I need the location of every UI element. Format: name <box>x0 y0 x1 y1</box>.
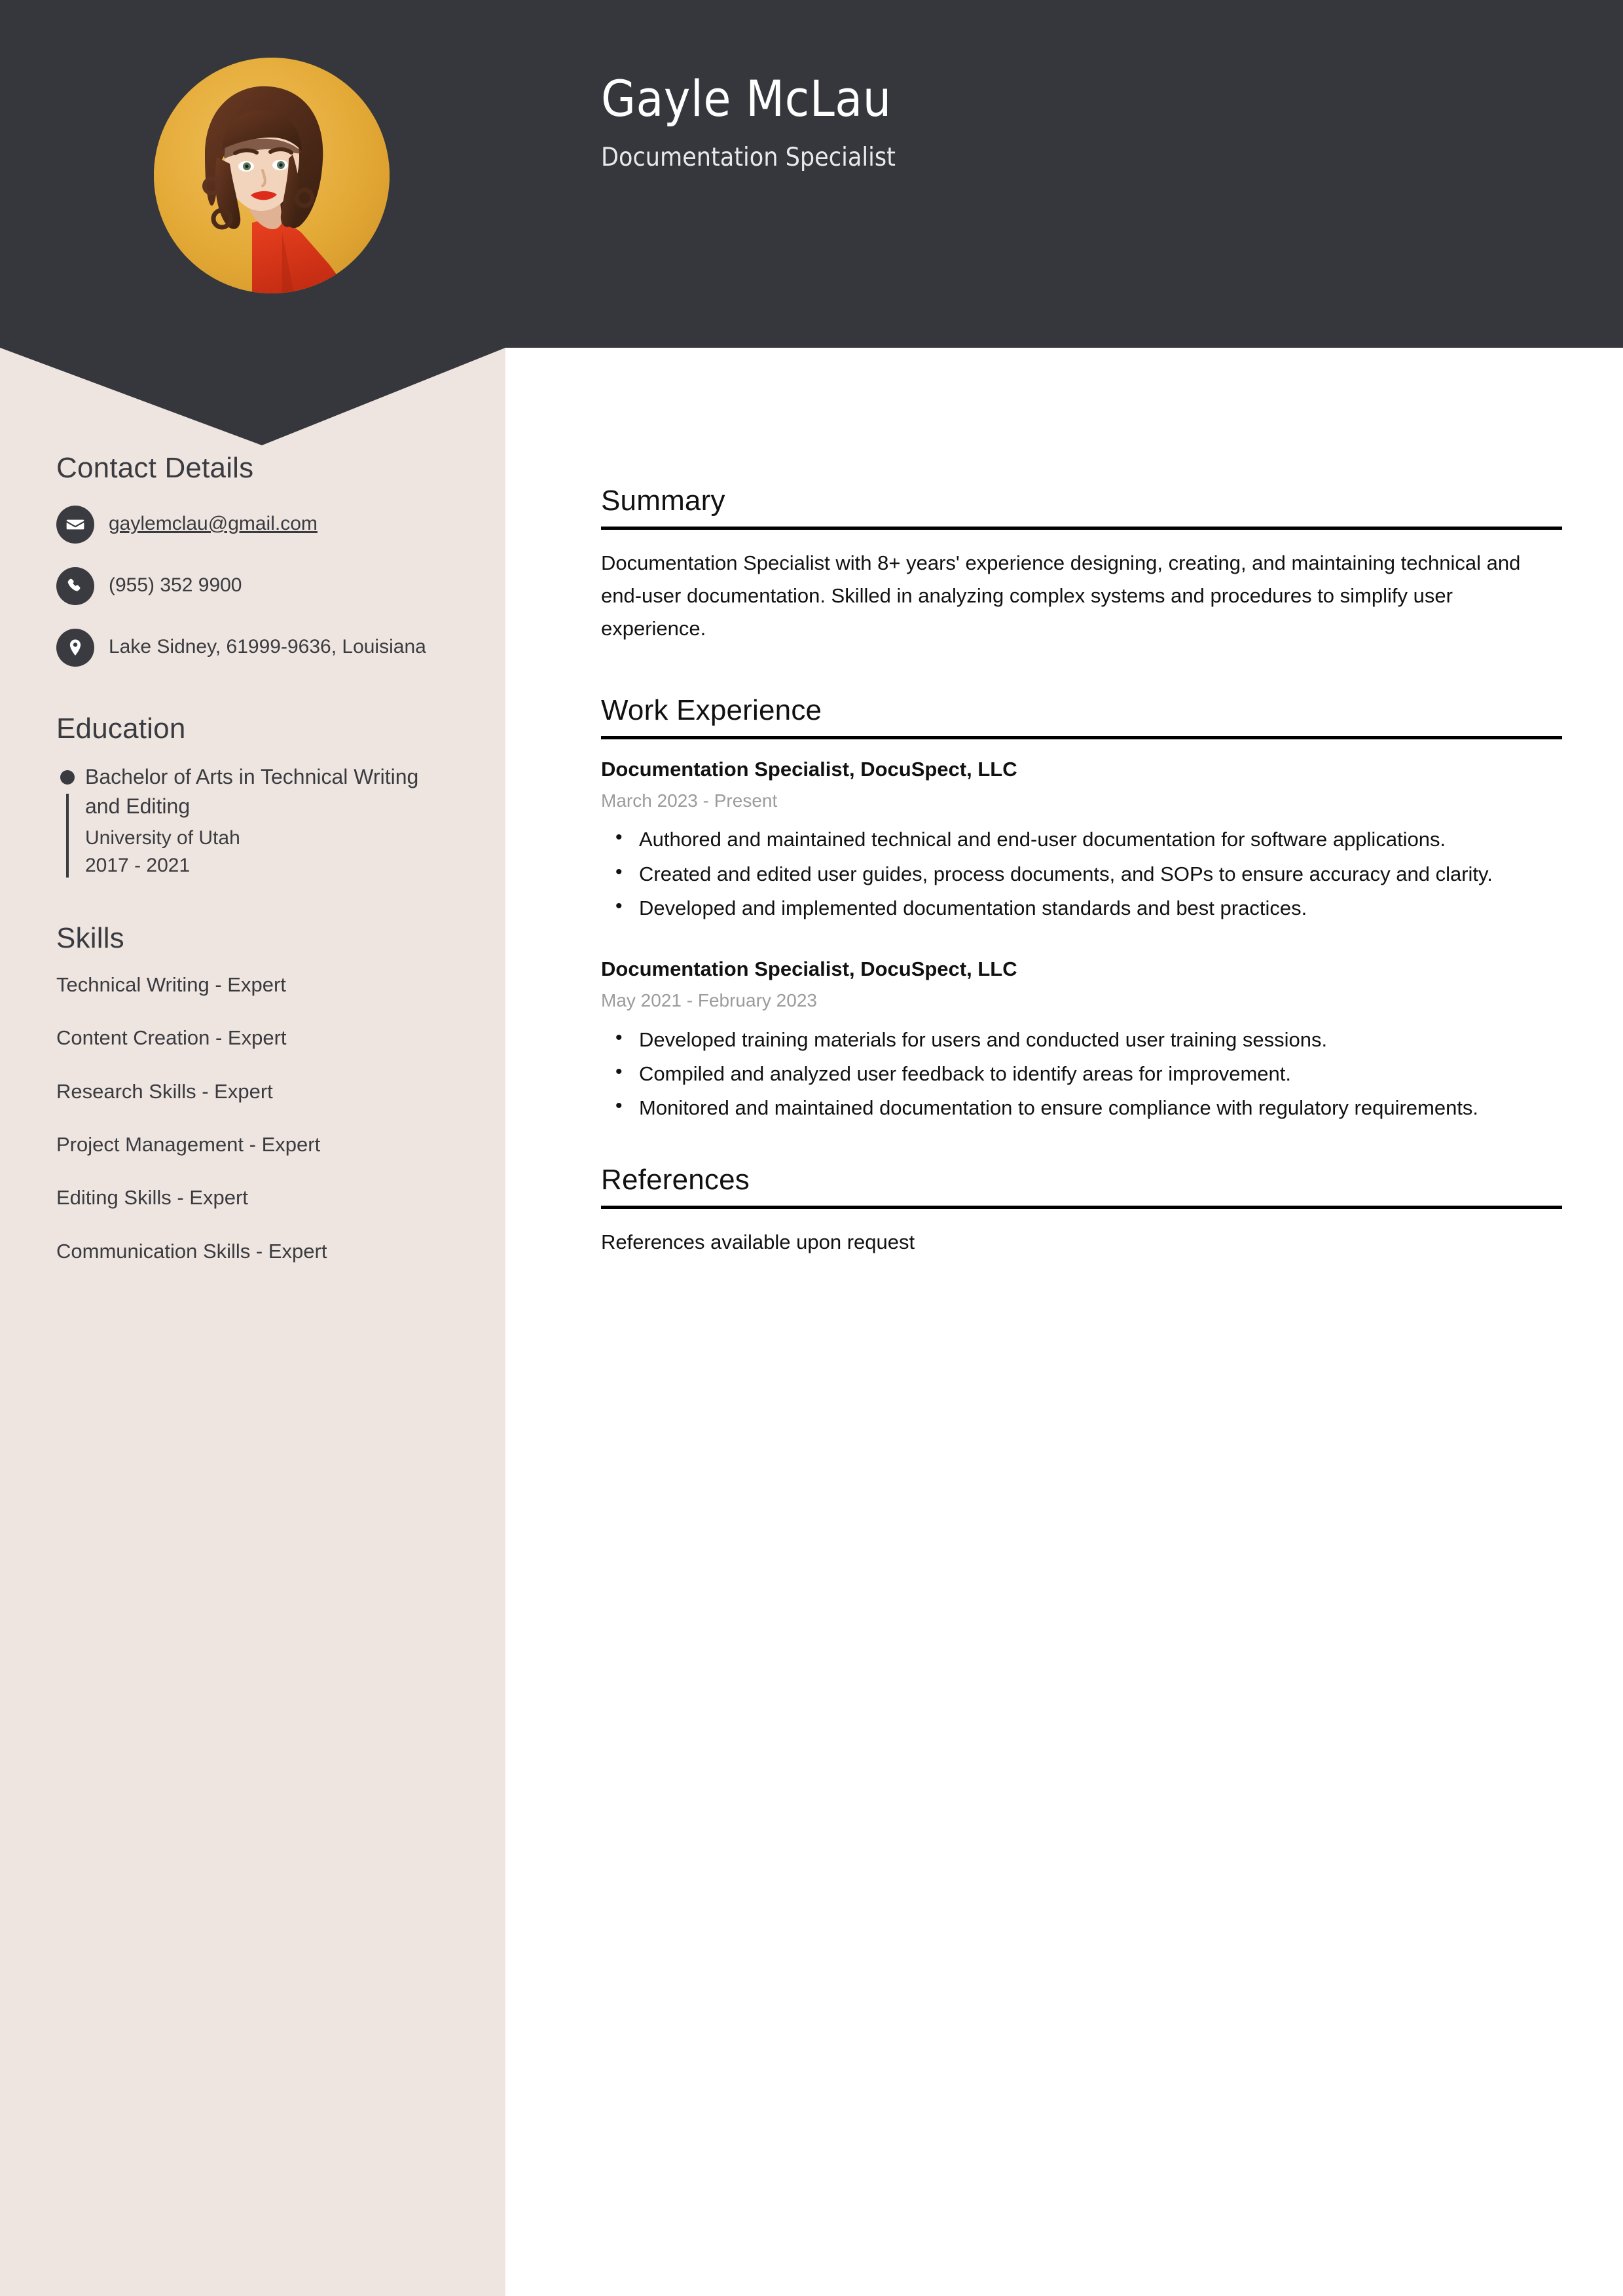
phone-icon <box>56 567 94 605</box>
skills-heading: Skills <box>56 922 124 955</box>
references-heading: References <box>601 1164 750 1196</box>
summary-section: Summary Documentation Specialist with 8+… <box>601 485 1562 646</box>
summary-text: Documentation Specialist with 8+ years' … <box>601 551 1521 640</box>
header-job-title: Documentation Specialist <box>601 143 896 173</box>
work-experience-entry: Documentation Specialist, DocuSpect, LLC… <box>601 956 1562 1124</box>
list-item: Project Management - Expert <box>56 1132 321 1156</box>
education-degree: Bachelor of Arts in Technical Writing an… <box>85 765 419 819</box>
list-item: Monitored and maintained documentation t… <box>601 1090 1562 1124</box>
bullet-dot-icon <box>60 770 75 785</box>
summary-heading: Summary <box>601 485 725 517</box>
sidebar: Contact Details gaylemclau@gmail.com (95… <box>0 452 505 1265</box>
job-dates: May 2021 - February 2023 <box>601 990 817 1011</box>
work-experience-section: Work Experience Documentation Specialist… <box>601 694 1562 1125</box>
education-years: 2017 - 2021 <box>85 855 191 877</box>
list-item: Research Skills - Expert <box>56 1079 273 1103</box>
skills-list: Technical Writing - Expert Content Creat… <box>56 972 454 1265</box>
contact-item-email[interactable]: gaylemclau@gmail.com <box>56 504 454 544</box>
list-item: Editing Skills - Expert <box>56 1186 248 1210</box>
education-entry: Bachelor of Arts in Technical Writing an… <box>56 762 454 880</box>
list-item: Developed and implemented documentation … <box>601 891 1562 925</box>
section-divider <box>601 735 1562 739</box>
resume-header: Gayle McLau Documentation Specialist <box>0 0 1623 445</box>
header-text-block: Gayle McLau Documentation Specialist <box>601 69 896 173</box>
contact-address-value[interactable]: Lake Sidney, 61999-9636, Louisiana <box>109 627 426 661</box>
location-pin-icon <box>56 629 94 667</box>
timeline-line <box>66 794 69 878</box>
page-title: Gayle McLau <box>601 69 892 128</box>
contact-details-heading: Contact Details <box>56 452 254 484</box>
education-section: Education Bachelor of Arts in Technical … <box>56 713 454 880</box>
main-content: Summary Documentation Specialist with 8+… <box>601 485 1562 1259</box>
work-experience-heading: Work Experience <box>601 694 822 726</box>
avatar-photo-illustration <box>154 58 390 293</box>
section-divider <box>601 1206 1562 1210</box>
contact-item-phone[interactable]: (955) 352 9900 <box>56 566 454 605</box>
job-title: Documentation Specialist, DocuSpect, LLC <box>601 757 1017 781</box>
education-school: University of Utah <box>85 826 240 849</box>
education-timeline-marker <box>56 762 85 880</box>
job-dates: March 2023 - Present <box>601 790 778 811</box>
job-bullet-list: Developed training materials for users a… <box>601 1022 1562 1125</box>
references-text: References available upon request <box>601 1231 915 1254</box>
contact-details-section: Contact Details gaylemclau@gmail.com (95… <box>56 452 454 667</box>
contact-item-address[interactable]: Lake Sidney, 61999-9636, Louisiana <box>56 627 454 667</box>
list-item: Developed training materials for users a… <box>601 1022 1562 1056</box>
job-bullet-list: Authored and maintained technical and en… <box>601 822 1562 925</box>
section-divider <box>601 527 1562 530</box>
list-item: Content Creation - Expert <box>56 1026 287 1050</box>
contact-phone-value[interactable]: (955) 352 9900 <box>109 566 242 600</box>
list-item: Compiled and analyzed user feedback to i… <box>601 1056 1562 1090</box>
list-item: Authored and maintained technical and en… <box>601 822 1562 856</box>
work-experience-entry: Documentation Specialist, DocuSpect, LLC… <box>601 756 1562 925</box>
education-heading: Education <box>56 713 186 745</box>
job-title: Documentation Specialist, DocuSpect, LLC <box>601 957 1017 980</box>
list-item: Created and edited user guides, process … <box>601 857 1562 891</box>
contact-email-value[interactable]: gaylemclau@gmail.com <box>109 504 318 538</box>
list-item: Technical Writing - Expert <box>56 973 286 997</box>
skills-section: Skills Technical Writing - Expert Conten… <box>56 922 454 1265</box>
resume-page: Gayle McLau Documentation Specialist Con… <box>0 0 1623 2296</box>
references-section: References References available upon req… <box>601 1164 1562 1259</box>
contact-list: gaylemclau@gmail.com (955) 352 9900 Lake… <box>56 504 454 667</box>
avatar <box>154 58 390 293</box>
list-item: Communication Skills - Expert <box>56 1239 327 1263</box>
envelope-icon <box>56 506 94 544</box>
